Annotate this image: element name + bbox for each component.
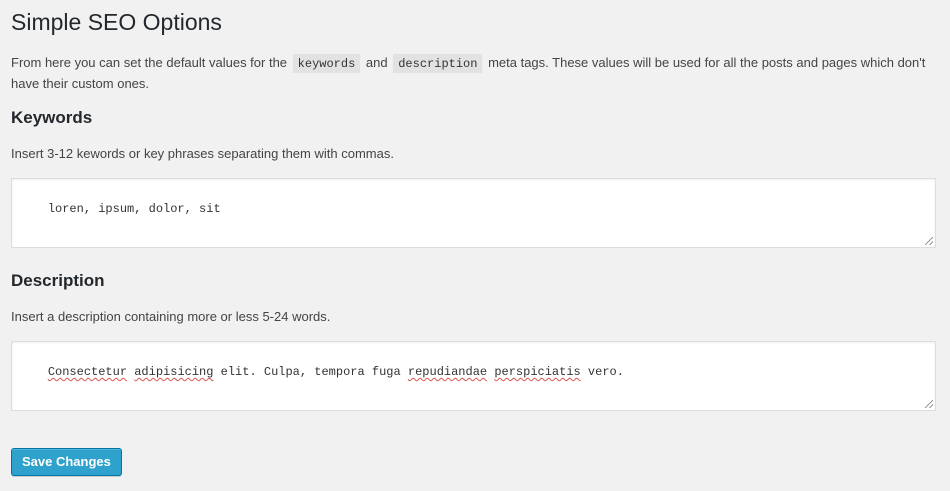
- misspelled-word: perspiciatis: [494, 365, 581, 379]
- settings-page: Simple SEO Options From here you can set…: [0, 0, 939, 491]
- intro-text-before: From here you can set the default values…: [11, 55, 288, 70]
- description-value: Consectetur adipisicing elit. Culpa, tem…: [48, 365, 624, 379]
- keywords-help-text: Insert 3-12 kewords or key phrases separ…: [11, 146, 394, 161]
- description-tag-code: description: [393, 54, 483, 73]
- keywords-value: loren, ipsum, dolor, sit: [47, 202, 221, 216]
- description-textarea[interactable]: Consectetur adipisicing elit. Culpa, tem…: [11, 341, 936, 411]
- resize-handle-icon[interactable]: [925, 237, 933, 245]
- keywords-tag-code: keywords: [292, 54, 361, 73]
- page-title: Simple SEO Options: [11, 9, 222, 35]
- resize-handle-icon[interactable]: [925, 400, 933, 408]
- intro-text: From here you can set the default values…: [11, 53, 941, 94]
- intro-text-and: and: [365, 55, 388, 70]
- description-heading: Description: [11, 271, 105, 290]
- keywords-textarea[interactable]: loren, ipsum, dolor, sit: [11, 178, 936, 248]
- misspelled-word: Consectetur: [47, 365, 128, 379]
- description-text-part: vero.: [580, 365, 624, 379]
- description-help-text: Insert a description containing more or …: [11, 309, 331, 324]
- keywords-heading: Keywords: [11, 108, 93, 127]
- description-text-part: elit. Culpa, tempora fuga: [213, 365, 408, 379]
- save-changes-button[interactable]: Save Changes: [11, 448, 122, 476]
- misspelled-word: repudiandae: [407, 365, 488, 379]
- misspelled-word: adipisicing: [134, 365, 214, 379]
